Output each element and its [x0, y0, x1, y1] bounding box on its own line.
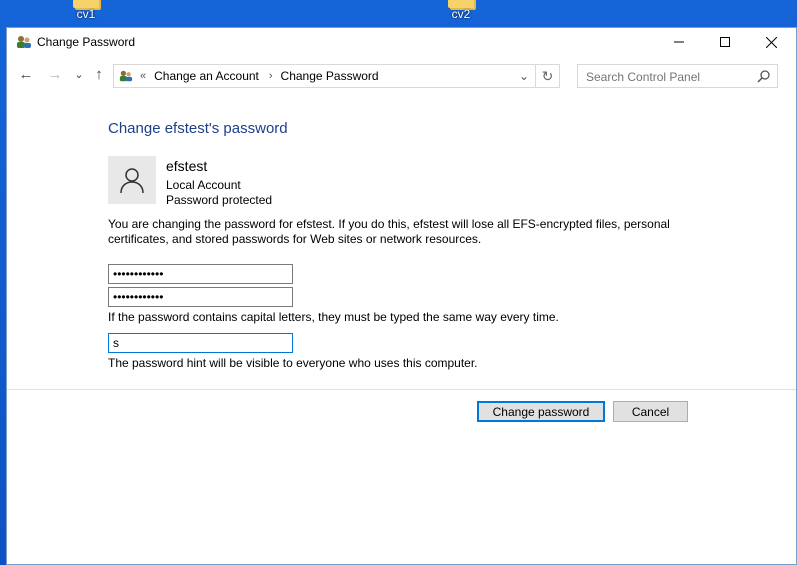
window-title: Change Password	[37, 35, 136, 49]
change-password-button[interactable]: Change password	[477, 401, 605, 422]
refresh-button[interactable]: ↻	[536, 64, 560, 88]
desktop-icon-cv2[interactable]: cv2	[441, 0, 481, 24]
cancel-button[interactable]: Cancel	[613, 401, 688, 422]
close-icon	[765, 36, 777, 48]
back-arrow-icon: ←	[18, 65, 34, 83]
refresh-icon: ↻	[541, 67, 554, 84]
breadcrumb-overflow-icon[interactable]: «	[140, 70, 146, 82]
hint-visibility-note: The password hint will be visible to eve…	[108, 356, 478, 370]
address-dropdown-icon[interactable]: ⌄	[519, 69, 529, 83]
capital-letters-note: If the password contains capital letters…	[108, 310, 559, 324]
maximize-button[interactable]	[702, 28, 748, 56]
user-name: efstest	[166, 158, 208, 174]
desktop-icon-label: cv1	[76, 7, 96, 21]
confirm-password-field[interactable]	[108, 287, 293, 307]
search-input[interactable]	[584, 68, 748, 86]
password-status: Password protected	[166, 193, 273, 207]
desktop-icon-cv1[interactable]: cv1	[66, 0, 106, 24]
new-password-field[interactable]	[108, 264, 293, 284]
minimize-icon	[674, 41, 684, 43]
breadcrumb-change-password[interactable]: Change Password	[281, 69, 379, 83]
user-accounts-icon	[15, 34, 33, 50]
efs-warning-text: You are changing the password for efstes…	[108, 217, 670, 246]
account-type: Local Account	[166, 178, 241, 192]
breadcrumb-separator-icon: ›	[268, 70, 273, 82]
password-hint-field[interactable]	[108, 333, 293, 353]
minimize-button[interactable]	[656, 28, 702, 56]
avatar	[108, 156, 156, 204]
forward-arrow-icon: →	[47, 65, 63, 83]
search-icon[interactable]	[757, 69, 771, 83]
breadcrumb-change-an-account[interactable]: Change an Account	[154, 69, 259, 83]
close-button[interactable]	[748, 28, 794, 56]
back-button[interactable]: ←	[18, 65, 34, 83]
recent-locations-button[interactable]: ⌄	[71, 66, 87, 82]
address-bar[interactable]: « Change an Account › Change Password ⌄	[113, 64, 536, 88]
up-button[interactable]: ↑	[91, 65, 107, 83]
search-box[interactable]	[577, 64, 778, 88]
change-password-window: Change Password ← → ⌄ ↑ « Change an Acco…	[6, 27, 797, 565]
navigation-bar: ← → ⌄ ↑ « Change an Account › Change Pas…	[7, 56, 796, 94]
user-icon	[120, 168, 144, 194]
chevron-down-icon: ⌄	[74, 68, 84, 81]
page-title: Change efstest's password	[108, 120, 288, 137]
title-bar[interactable]: Change Password	[7, 28, 796, 56]
desktop-icon-label: cv2	[451, 7, 471, 21]
maximize-icon	[720, 37, 730, 47]
user-accounts-icon	[118, 69, 134, 83]
divider	[7, 389, 796, 390]
up-arrow-icon: ↑	[95, 65, 103, 83]
forward-button[interactable]: →	[47, 65, 63, 83]
